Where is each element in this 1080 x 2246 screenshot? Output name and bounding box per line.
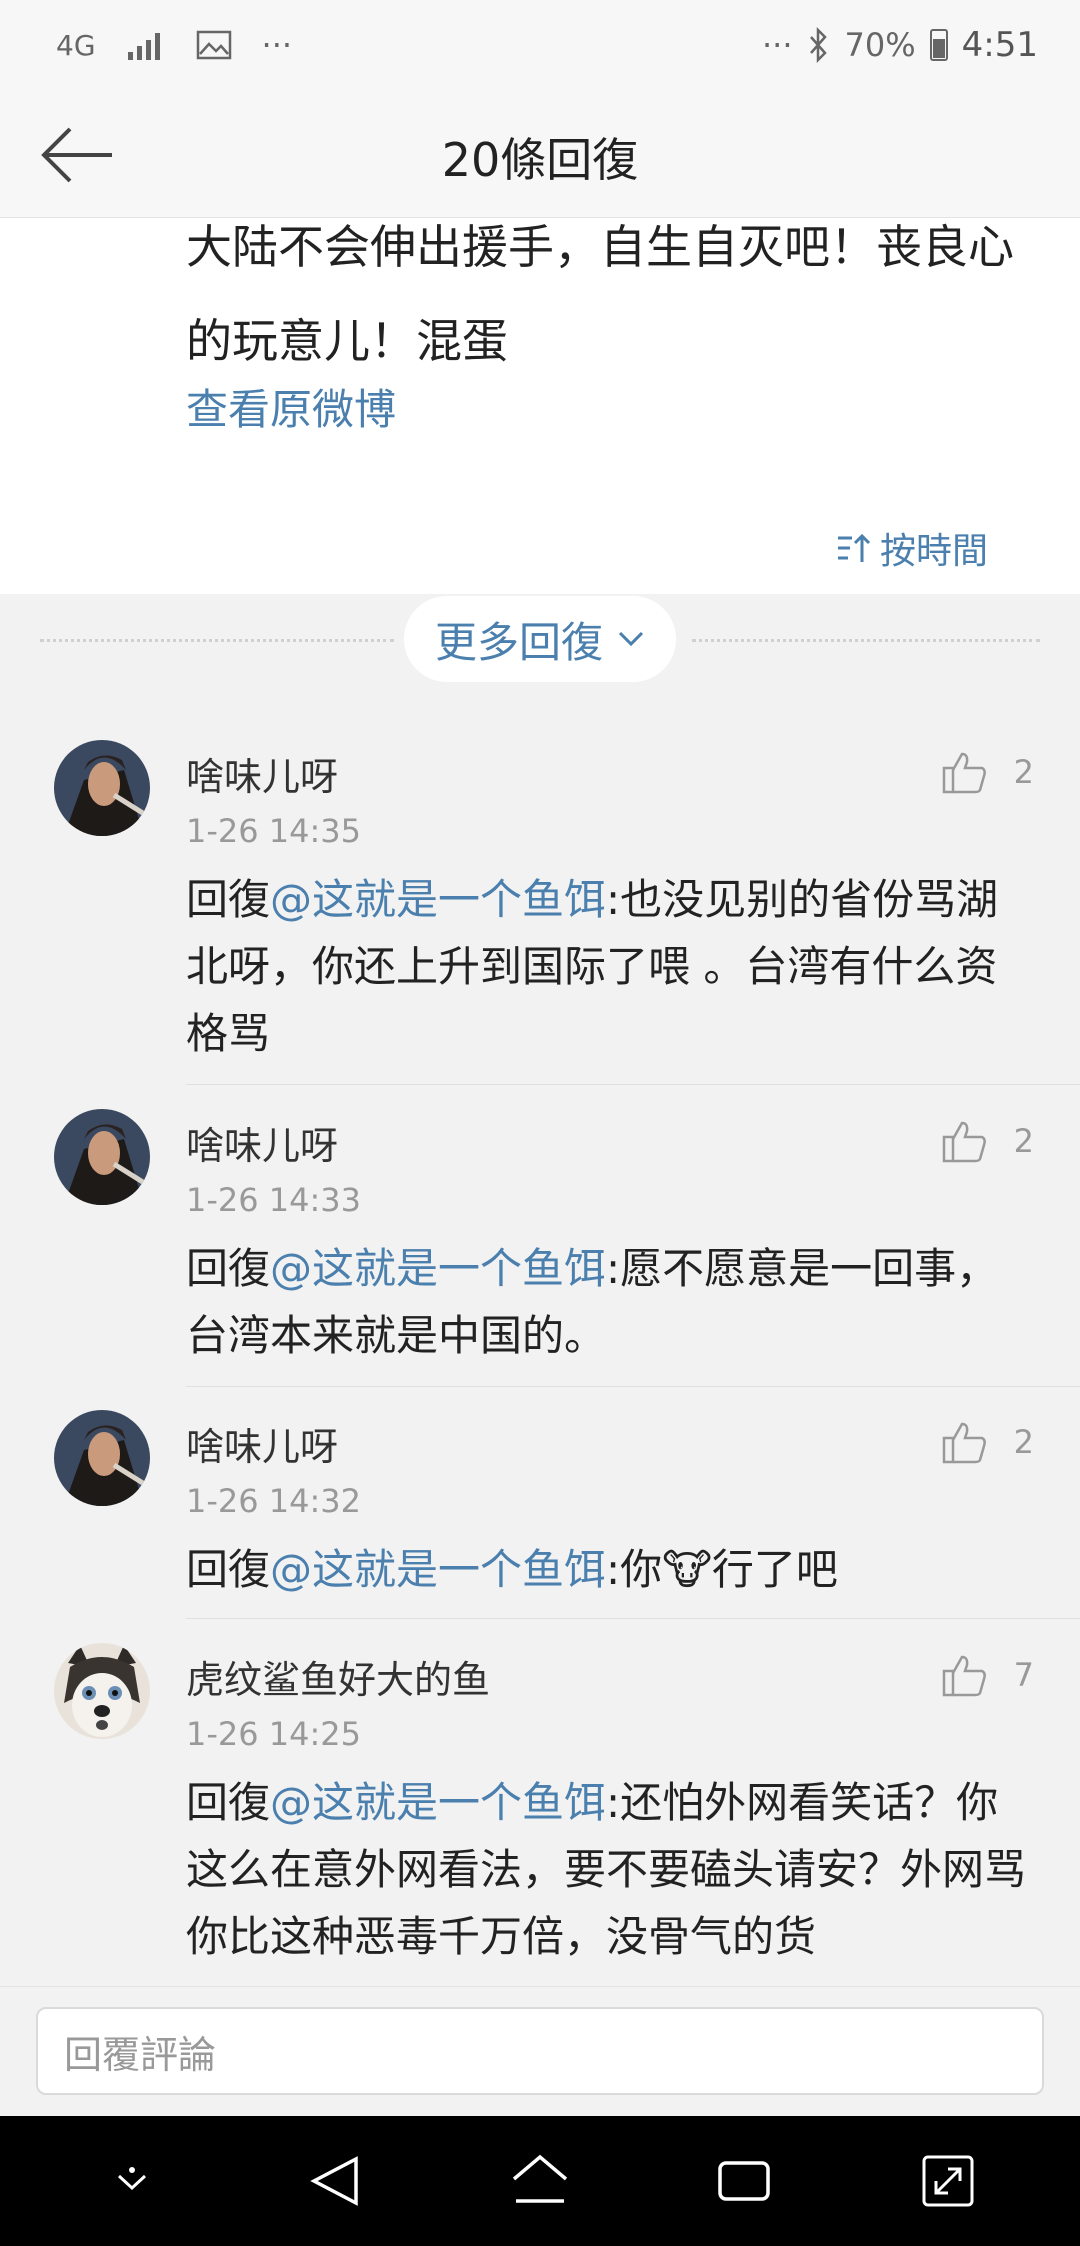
like-count: 2: [1013, 753, 1034, 791]
divider-right: [692, 639, 1040, 642]
like-count: 2: [1013, 1122, 1034, 1160]
home-nav-button[interactable]: [500, 2141, 580, 2221]
status-left: 4G ···: [56, 26, 292, 64]
system-nav-bar: [0, 2116, 1080, 2246]
comment-text: 回復@这就是一个鱼饵:还怕外网看笑话？你这么在意外网看法，要不要磕头请安？外网骂…: [186, 1769, 1036, 1970]
mention-link[interactable]: @这就是一个鱼饵: [270, 1545, 606, 1594]
battery-icon: [929, 29, 948, 61]
comment-body-end: 行了吧: [711, 1545, 838, 1594]
sort-label: 按時間: [879, 531, 988, 572]
comment-time: 1-26 14:33: [186, 1181, 362, 1219]
battery-percent: 70%: [844, 26, 916, 64]
image-icon: [196, 30, 231, 60]
reply-prefix: 回復: [186, 1778, 271, 1827]
more-replies-row: 更多回復: [0, 594, 1080, 684]
comment-author[interactable]: 啥味儿呀: [186, 1115, 338, 1170]
comment-divider: [186, 1084, 1080, 1085]
comment-author[interactable]: 啥味儿呀: [186, 746, 338, 801]
comment-body: :你: [606, 1545, 663, 1594]
avatar[interactable]: [54, 1410, 150, 1506]
more-replies-button[interactable]: 更多回復: [404, 596, 676, 682]
cow-emoji: 🐮: [662, 1545, 712, 1594]
comment-divider: [186, 1618, 1080, 1619]
avatar[interactable]: [54, 740, 150, 836]
mention-link[interactable]: @这就是一个鱼饵: [270, 1778, 606, 1827]
status-bar: 4G ··· ··· 70% 4:51: [0, 0, 1080, 90]
hide-keyboard-button[interactable]: [92, 2141, 172, 2221]
comment-text: 回復@这就是一个鱼饵:也没见别的省份骂湖北呀，你还上升到国际了喂 。台湾有什么资…: [186, 866, 1036, 1067]
back-nav-button[interactable]: [296, 2141, 376, 2221]
back-triangle-icon: [310, 2156, 358, 2206]
like-button[interactable]: 2: [942, 1119, 1034, 1163]
sort-by-time-button[interactable]: 按時間: [836, 522, 988, 574]
thumbs-up-icon: [942, 1422, 986, 1464]
reply-comment-input[interactable]: 回覆評論: [36, 2007, 1044, 2095]
like-button[interactable]: 2: [942, 750, 1034, 794]
mention-link[interactable]: @这就是一个鱼饵: [270, 875, 606, 924]
mention-link[interactable]: @这就是一个鱼饵: [270, 1244, 606, 1293]
chevron-down-dot-icon: [117, 2167, 147, 2191]
bluetooth-icon: [809, 27, 827, 63]
like-button[interactable]: 2: [942, 1420, 1034, 1464]
comment-time: 1-26 14:35: [186, 812, 362, 850]
reply-prefix: 回復: [186, 875, 271, 924]
avatar[interactable]: [54, 1643, 150, 1739]
thumbs-up-icon: [942, 1655, 986, 1697]
more-replies-label: 更多回復: [434, 617, 603, 667]
clock: 4:51: [961, 25, 1038, 65]
avatar[interactable]: [54, 1109, 150, 1205]
more-status-icons: ···: [762, 26, 793, 64]
chevron-down-icon: [618, 631, 644, 647]
comment-author[interactable]: 虎纹鲨鱼好大的鱼: [186, 1649, 490, 1704]
page-title: 20條回復: [441, 133, 639, 187]
comment-author[interactable]: 啥味儿呀: [186, 1416, 338, 1471]
like-count: 2: [1013, 1423, 1034, 1461]
reply-prefix: 回復: [186, 1545, 271, 1594]
like-count: 7: [1013, 1656, 1034, 1694]
divider-left: [40, 639, 394, 642]
like-button[interactable]: 7: [942, 1653, 1034, 1697]
original-post-text: 大陆不会伸出援手，自生自灭吧！丧良心的玩意儿！混蛋: [186, 220, 1014, 368]
reply-bar: 回覆評論: [0, 1986, 1080, 2116]
comment-time: 1-26 14:32: [186, 1482, 362, 1520]
home-icon: [512, 2154, 568, 2203]
thumbs-up-icon: [942, 752, 986, 794]
sort-icon: [837, 533, 871, 562]
recents-nav-button[interactable]: [704, 2141, 784, 2221]
view-original-link[interactable]: 查看原微博: [186, 376, 396, 437]
comment-text: 回復@这就是一个鱼饵:愿不愿意是一回事，台湾本来就是中国的。: [186, 1235, 1036, 1369]
top-nav-bar: 20條回復: [0, 90, 1080, 218]
more-notifications: ···: [261, 26, 293, 64]
status-right: ··· 70% 4:51: [762, 25, 1038, 65]
comment-time: 1-26 14:25: [186, 1715, 362, 1753]
signal-icon: [127, 33, 160, 60]
original-post-card: 大陆不会伸出援手，自生自灭吧！丧良心的玩意儿！混蛋 查看原微博 按時間: [0, 218, 1080, 594]
reply-prefix: 回復: [186, 1244, 271, 1293]
expand-nav-button[interactable]: [908, 2141, 988, 2221]
comment-divider: [186, 1386, 1080, 1387]
recents-icon: [718, 2161, 770, 2201]
expand-icon: [922, 2155, 974, 2207]
network-label: 4G: [56, 28, 96, 62]
thumbs-up-icon: [942, 1121, 986, 1163]
comment-text: 回復@这就是一个鱼饵:你🐮行了吧: [186, 1536, 1036, 1603]
